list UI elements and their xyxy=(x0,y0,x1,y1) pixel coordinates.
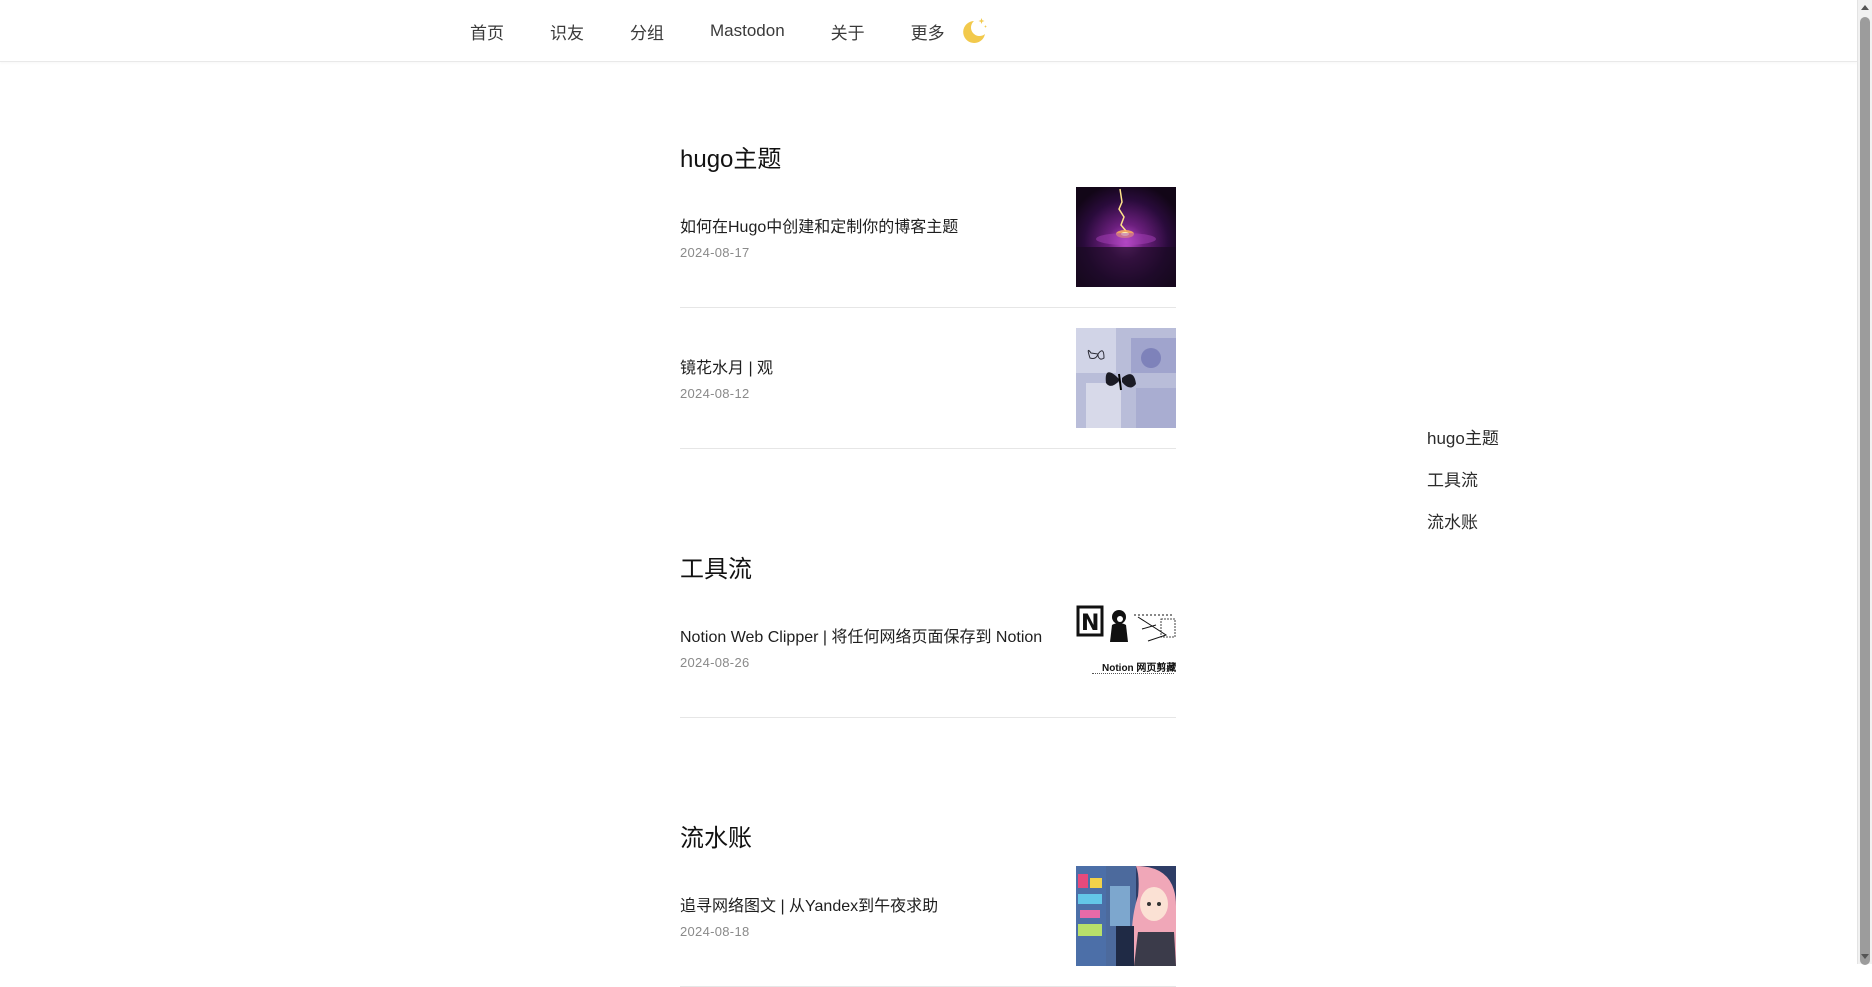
svg-text:N: N xyxy=(1081,611,1099,636)
post-date: 2024-08-26 xyxy=(680,655,750,670)
toc-item-diary[interactable]: 流水账 xyxy=(1427,511,1499,553)
section-title-hugo: hugo主题 xyxy=(680,146,782,173)
table-of-contents: hugo主题 工具流 流水账 xyxy=(1427,427,1499,553)
nav-home[interactable]: 首页 xyxy=(470,19,504,44)
vertical-scrollbar[interactable] xyxy=(1857,0,1872,965)
scroll-down-arrow-icon[interactable] xyxy=(1861,954,1869,959)
moon-icon xyxy=(962,18,987,43)
toc-item-hugo[interactable]: hugo主题 xyxy=(1427,427,1499,469)
post-thumbnail-subtext xyxy=(1092,673,1174,675)
post-card[interactable]: 如何在Hugo中创建和定制你的博客主题 2024-08-17 xyxy=(680,187,1176,308)
post-thumbnail-butterfly[interactable] xyxy=(1076,328,1176,428)
post-card[interactable]: 追寻网络图文 | 从Yandex到午夜求助 2024-08-18 xyxy=(680,866,1176,987)
scroll-up-arrow-icon[interactable] xyxy=(1861,5,1869,10)
post-title[interactable]: 如何在Hugo中创建和定制你的博客主题 xyxy=(680,213,958,237)
post-date: 2024-08-12 xyxy=(680,386,750,401)
post-thumbnail-caption: Notion 网页剪藏 xyxy=(1102,663,1176,674)
top-navigation-bar: 首页 识友 分组 Mastodon 关于 更多 xyxy=(0,0,1857,62)
post-card[interactable]: Notion Web Clipper | 将任何网络页面保存到 Notion 2… xyxy=(680,597,1176,718)
main-nav: 首页 识友 分组 Mastodon 关于 更多 xyxy=(470,0,991,62)
post-title[interactable]: 镜花水月 | 观 xyxy=(680,354,773,378)
section-title-diary: 流水账 xyxy=(680,825,752,852)
scrollbar-thumb[interactable] xyxy=(1860,17,1870,965)
theme-toggle-button[interactable] xyxy=(957,14,991,48)
section-title-tools: 工具流 xyxy=(680,556,752,583)
post-thumbnail-notion[interactable]: N Notion 网页剪藏 xyxy=(1076,597,1176,697)
post-thumbnail-purple-lightning[interactable] xyxy=(1076,187,1176,287)
nav-friends[interactable]: 识友 xyxy=(550,19,584,44)
post-date: 2024-08-17 xyxy=(680,245,750,260)
post-card[interactable]: 镜花水月 | 观 2024-08-12 xyxy=(680,328,1176,449)
post-thumbnail-anime-girl[interactable] xyxy=(1076,866,1176,966)
post-title[interactable]: 追寻网络图文 | 从Yandex到午夜求助 xyxy=(680,892,938,916)
nav-groups[interactable]: 分组 xyxy=(630,19,664,44)
post-title[interactable]: Notion Web Clipper | 将任何网络页面保存到 Notion xyxy=(680,623,1042,647)
nav-mastodon[interactable]: Mastodon xyxy=(710,21,785,41)
nav-about[interactable]: 关于 xyxy=(831,19,865,44)
toc-item-tools[interactable]: 工具流 xyxy=(1427,469,1499,511)
post-date: 2024-08-18 xyxy=(680,924,750,939)
nav-more[interactable]: 更多 xyxy=(911,19,945,44)
